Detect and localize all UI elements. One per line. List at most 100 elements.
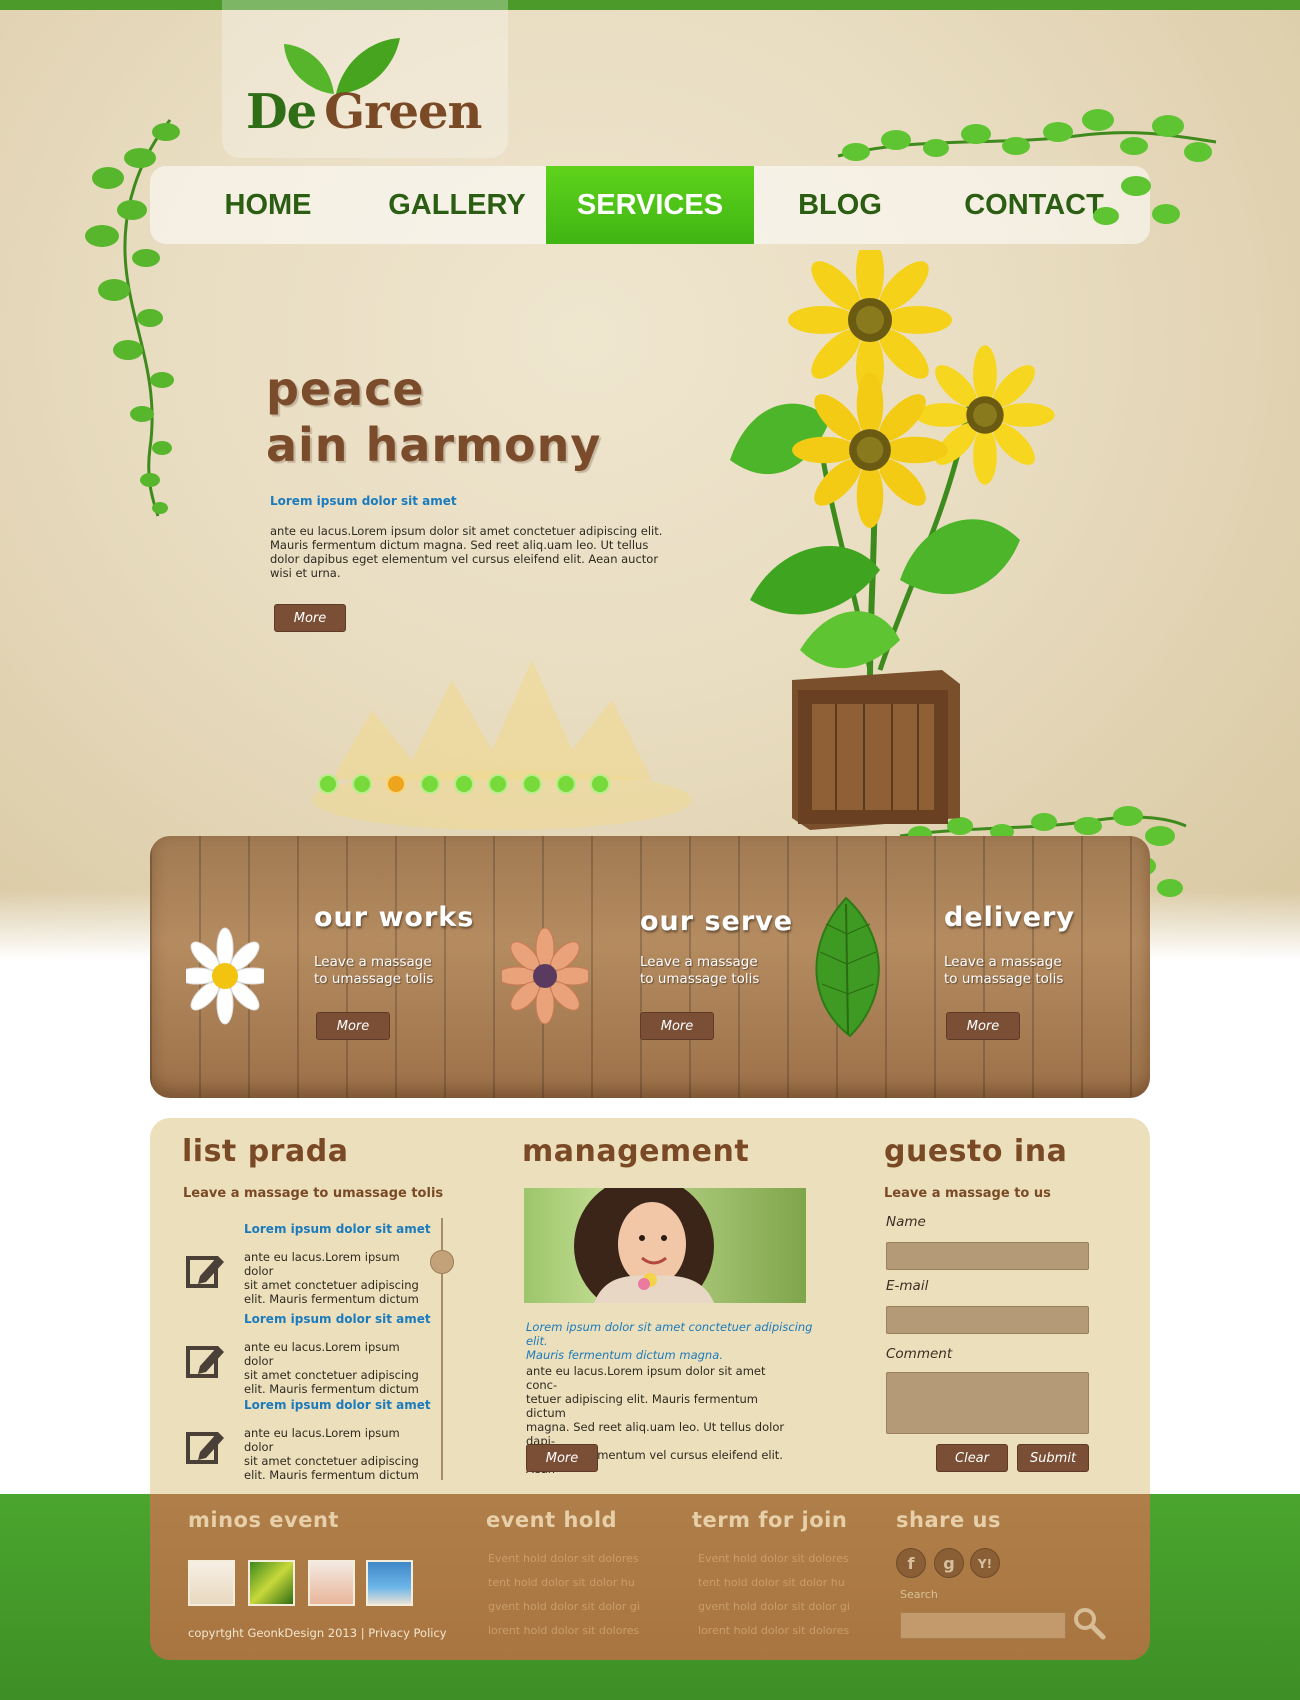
term-for-join-link-1[interactable]: Event hold dolor sit dolores (698, 1552, 849, 1565)
slider-dot-5[interactable] (454, 774, 474, 794)
event-thumbnail-4[interactable] (366, 1560, 413, 1606)
copyright-text[interactable]: copyrtght GeonkDesign 2013 | Privacy Pol… (188, 1626, 447, 1640)
logo-word-de: De (246, 84, 317, 140)
management-body-line1: ante eu lacus.Lorem ipsum dolor sit amet… (526, 1364, 766, 1392)
feature-our-works-more-button[interactable]: More (316, 1012, 390, 1040)
feature-delivery-more-button[interactable]: More (946, 1012, 1020, 1040)
nav-item-gallery[interactable]: GALLERY (364, 166, 550, 244)
ivy-vine-top-right (837, 109, 1217, 225)
list-item-1-line3: elit. Mauris fermentum dictum (244, 1292, 419, 1306)
feature-our-works-line1: Leave a massage (314, 954, 432, 970)
submit-button[interactable]: Submit (1017, 1444, 1089, 1472)
list-item-2-line3: elit. Mauris fermentum dictum (244, 1382, 419, 1396)
list-item-3-line1: ante eu lacus.Lorem ipsum dolor (244, 1426, 400, 1454)
feature-delivery-line1: Leave a massage (944, 954, 1062, 970)
event-hold-link-4[interactable]: lorent hold dolor sit dolores (488, 1624, 639, 1637)
feature-delivery-line2: to umassage tolis (944, 971, 1064, 987)
nav-item-home[interactable]: HOME (180, 166, 356, 244)
footer-share-us-title: share us (896, 1508, 1001, 1532)
list-item-3-line3: elit. Mauris fermentum dictum (244, 1468, 419, 1482)
event-thumbnail-2[interactable] (248, 1560, 295, 1606)
feature-our-serve-more-button[interactable]: More (640, 1012, 714, 1040)
feature-delivery-text: Leave a massage to umassage tolis (944, 954, 1063, 988)
logo-text[interactable]: De Green (246, 84, 482, 140)
list-prada-title: list prada (182, 1134, 349, 1169)
term-for-join-link-3[interactable]: gvent hold dolor sit dolor gi (698, 1600, 850, 1613)
feature-delivery-title: delivery (944, 902, 1075, 933)
list-item-3-heading[interactable]: Lorem ipsum dolor sit amet (244, 1398, 431, 1412)
event-thumbnail-3[interactable] (308, 1560, 355, 1606)
feature-our-works-title: our works (314, 902, 475, 933)
list-item-1-line1: ante eu lacus.Lorem ipsum dolor (244, 1250, 400, 1278)
edit-icon (186, 1346, 224, 1378)
clear-button[interactable]: Clear (936, 1444, 1008, 1472)
event-hold-link-1[interactable]: Event hold dolor sit dolores (488, 1552, 639, 1565)
feature-our-works-text: Leave a massage to umassage tolis (314, 954, 433, 988)
slider-dot-2[interactable] (352, 774, 372, 794)
email-label: E-mail (886, 1278, 929, 1294)
search-label: Search (900, 1588, 938, 1601)
management-title: management (522, 1134, 750, 1169)
hero-body-text: ante eu lacus.Lorem ipsum dolor sit amet… (270, 524, 663, 580)
name-field[interactable] (886, 1242, 1089, 1270)
management-more-button[interactable]: More (526, 1444, 598, 1472)
management-body-line2: tetuer adipiscing elit. Mauris fermentum… (526, 1392, 758, 1420)
term-for-join-link-4[interactable]: lorent hold dolor sit dolores (698, 1624, 849, 1637)
feature-our-serve-line2: to umassage tolis (640, 971, 760, 987)
email-field[interactable] (886, 1306, 1089, 1334)
list-timeline-knob[interactable] (430, 1250, 454, 1274)
flower-icon (502, 927, 588, 1025)
google-icon[interactable]: g (934, 1548, 964, 1578)
ivy-vine-left (85, 119, 180, 517)
slider-dot-7[interactable] (522, 774, 542, 794)
sunflowers-in-crate-image (730, 250, 1055, 830)
yahoo-icon[interactable]: Y! (970, 1548, 1000, 1578)
hero-title-line2: ain harmony (266, 418, 602, 472)
top-green-strip (0, 0, 1300, 10)
list-item-2-line2: sit amet conctetuer adipiscing (244, 1368, 419, 1382)
search-icon[interactable] (1072, 1606, 1106, 1640)
list-item-1-heading[interactable]: Lorem ipsum dolor sit amet (244, 1222, 431, 1236)
name-label: Name (886, 1214, 926, 1230)
slider-dot-1[interactable] (318, 774, 338, 794)
slider-dot-3[interactable] (386, 774, 406, 794)
list-item-1-body: ante eu lacus.Lorem ipsum dolor sit amet… (244, 1250, 424, 1306)
edit-icon (186, 1256, 224, 1288)
leaf-icon (815, 896, 880, 1038)
comment-field[interactable] (886, 1372, 1089, 1434)
event-hold-link-2[interactable]: tent hold dolor sit dolor hu (488, 1576, 635, 1589)
list-item-2-heading[interactable]: Lorem ipsum dolor sit amet (244, 1312, 431, 1326)
list-item-2-body: ante eu lacus.Lorem ipsum dolor sit amet… (244, 1340, 424, 1396)
feature-our-works-line2: to umassage tolis (314, 971, 434, 987)
list-item-3-line2: sit amet conctetuer adipiscing (244, 1454, 419, 1468)
facebook-icon[interactable]: f (896, 1548, 926, 1578)
list-item-2-line1: ante eu lacus.Lorem ipsum dolor (244, 1340, 400, 1368)
guestbook-title: guesto ina (884, 1134, 1068, 1169)
guestbook-subtitle: Leave a massage to us (884, 1186, 1051, 1201)
event-thumbnail-1[interactable] (188, 1560, 235, 1606)
hero-subtitle: Lorem ipsum dolor sit amet (270, 494, 457, 508)
event-hold-link-3[interactable]: gvent hold dolor sit dolor gi (488, 1600, 640, 1613)
management-intro-line2: Mauris fermentum dictum magna. (526, 1348, 723, 1362)
slider-dot-6[interactable] (488, 774, 508, 794)
management-intro-line1: Lorem ipsum dolor sit amet conctetuer ad… (526, 1320, 813, 1348)
edit-icon (186, 1432, 224, 1464)
term-for-join-link-2[interactable]: tent hold dolor sit dolor hu (698, 1576, 845, 1589)
logo-word-green: Green (324, 84, 482, 140)
search-input[interactable] (900, 1612, 1066, 1639)
feature-our-serve-text: Leave a massage to umassage tolis (640, 954, 759, 988)
footer-minos-event-title: minos event (188, 1508, 339, 1532)
slider-dot-8[interactable] (556, 774, 576, 794)
slider-dot-4[interactable] (420, 774, 440, 794)
comment-label: Comment (886, 1346, 953, 1362)
sunflower-shadow-decoration (312, 660, 692, 830)
feature-our-serve-line1: Leave a massage (640, 954, 758, 970)
nav-item-services[interactable]: SERVICES (546, 166, 754, 244)
feature-our-serve-title: our serve (640, 906, 794, 937)
footer-term-for-join-title: term for join (692, 1508, 848, 1532)
footer-event-hold-title: event hold (486, 1508, 618, 1532)
slider-dot-9[interactable] (590, 774, 610, 794)
hero-title-line1: peace (266, 362, 425, 416)
management-intro: Lorem ipsum dolor sit amet conctetuer ad… (526, 1320, 816, 1362)
list-item-1-line2: sit amet conctetuer adipiscing (244, 1278, 419, 1292)
